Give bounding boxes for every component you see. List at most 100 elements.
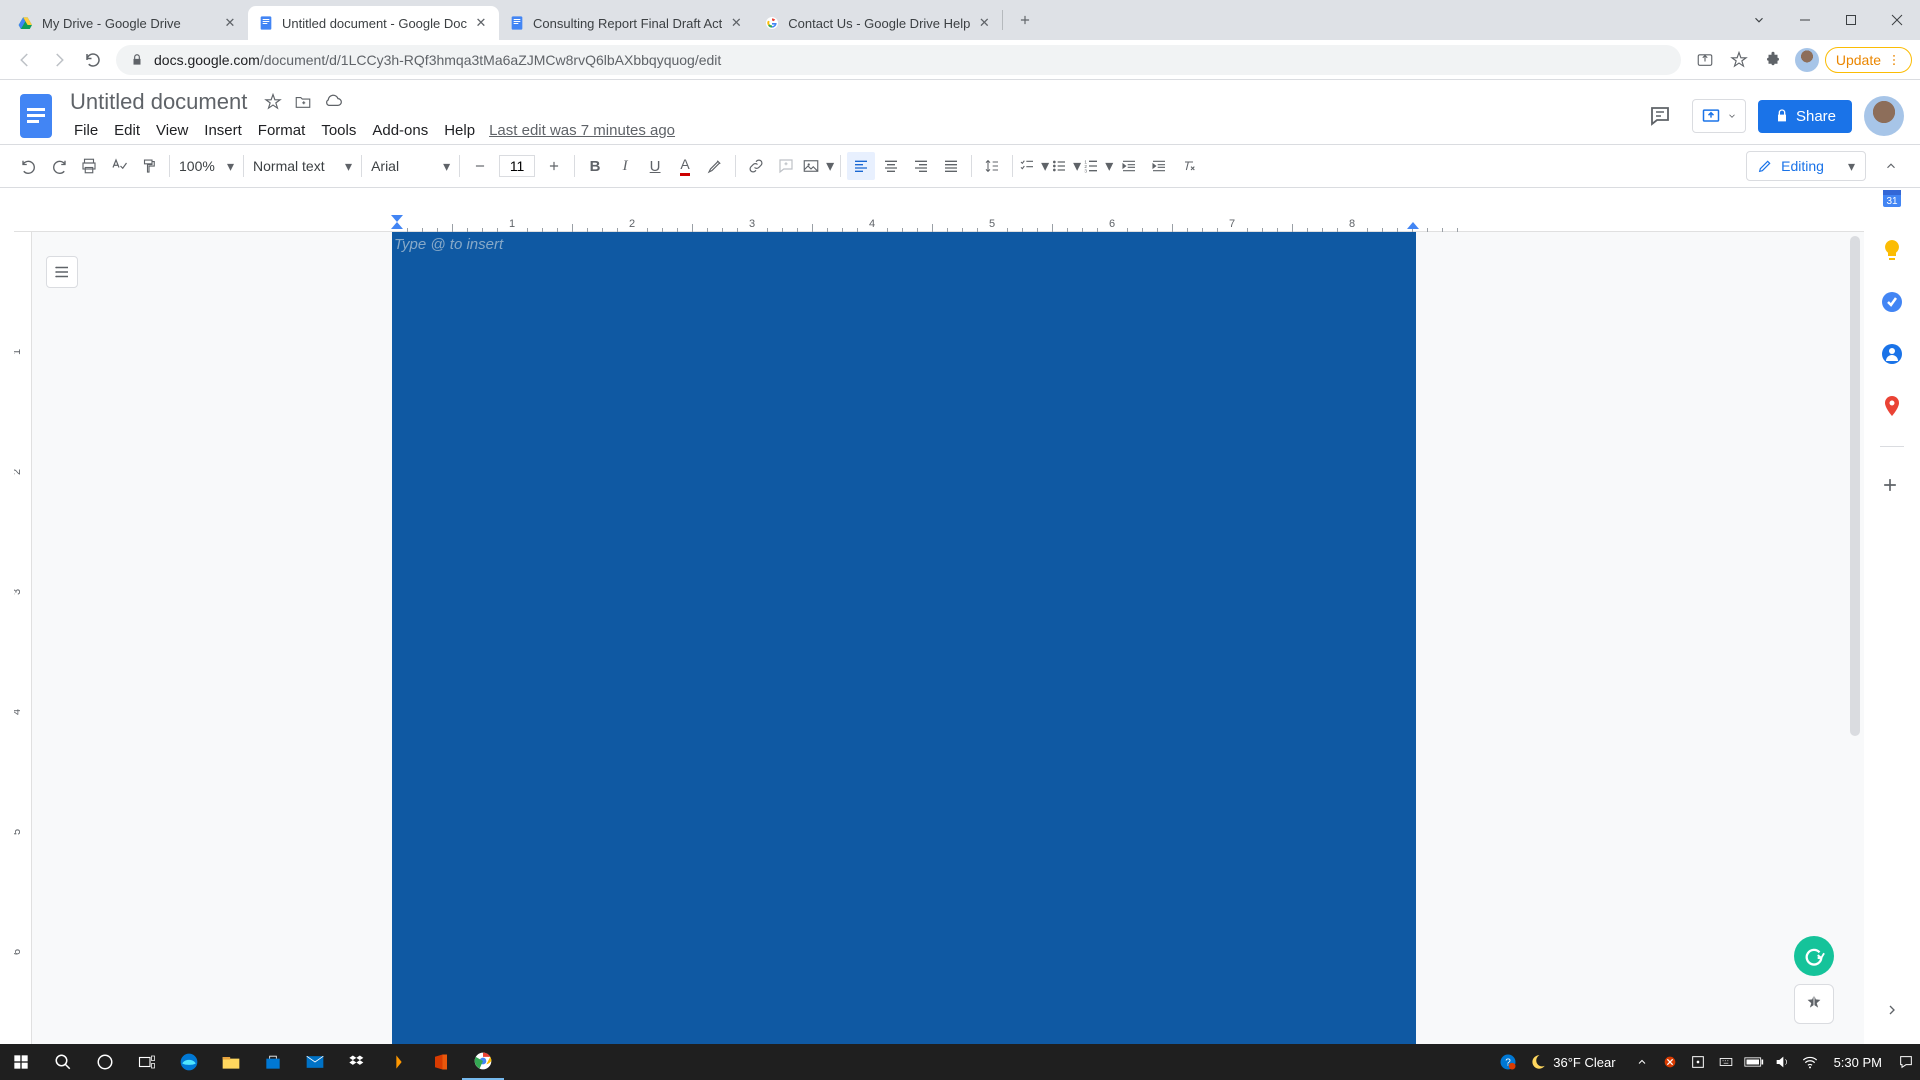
menu-insert[interactable]: Insert <box>196 120 250 141</box>
close-icon[interactable]: ✕ <box>976 15 992 31</box>
menu-help[interactable]: Help <box>436 120 483 141</box>
close-icon[interactable]: ✕ <box>728 15 744 31</box>
align-center-button[interactable] <box>877 152 905 180</box>
checklist-button[interactable]: ▾ <box>1019 152 1049 180</box>
italic-button[interactable]: I <box>611 152 639 180</box>
increase-font-button[interactable] <box>540 152 568 180</box>
keep-icon[interactable] <box>1880 238 1904 262</box>
security-tray-icon[interactable] <box>1656 1044 1684 1080</box>
menu-tools[interactable]: Tools <box>313 120 364 141</box>
tasks-icon[interactable] <box>1880 290 1904 314</box>
bookmark-icon[interactable] <box>1723 44 1755 76</box>
zoom-select[interactable]: 100%▾ <box>175 152 238 180</box>
paint-format-button[interactable] <box>135 152 163 180</box>
align-right-button[interactable] <box>907 152 935 180</box>
browser-tab-consulting[interactable]: Consulting Report Final Draft Act ✕ <box>499 6 754 40</box>
tray-expand-icon[interactable] <box>1628 1044 1656 1080</box>
office-app[interactable] <box>420 1044 462 1080</box>
horizontal-ruler[interactable]: 12345678 <box>14 214 1864 232</box>
menu-file[interactable]: File <box>66 120 106 141</box>
reload-button[interactable] <box>76 43 110 77</box>
add-addon-button[interactable] <box>1880 475 1904 499</box>
bold-button[interactable]: B <box>581 152 609 180</box>
start-button[interactable] <box>0 1044 42 1080</box>
minimize-button[interactable] <box>1782 0 1828 40</box>
docs-logo[interactable] <box>16 89 56 143</box>
underline-button[interactable]: U <box>641 152 669 180</box>
taskview-button[interactable] <box>126 1044 168 1080</box>
link-button[interactable] <box>742 152 770 180</box>
image-button[interactable]: ▾ <box>802 152 834 180</box>
bullet-list-button[interactable]: ▾ <box>1051 152 1081 180</box>
mail-app[interactable] <box>294 1044 336 1080</box>
tab-search-button[interactable] <box>1736 0 1782 40</box>
close-icon[interactable]: ✕ <box>473 15 489 31</box>
style-select[interactable]: Normal text▾ <box>249 152 356 180</box>
comments-button[interactable] <box>1640 96 1680 136</box>
cloud-status-icon[interactable] <box>321 90 345 114</box>
document-title[interactable]: Untitled document <box>66 89 251 115</box>
right-indent-marker[interactable] <box>1406 214 1420 230</box>
vertical-ruler[interactable]: 123456 <box>14 232 32 1044</box>
side-panel-toggle[interactable] <box>1876 994 1908 1026</box>
increase-indent-button[interactable] <box>1145 152 1173 180</box>
editing-mode-button[interactable]: Editing▾ <box>1746 151 1866 181</box>
present-button[interactable] <box>1692 99 1746 133</box>
cortana-button[interactable] <box>84 1044 126 1080</box>
highlight-button[interactable] <box>701 152 729 180</box>
battery-tray-icon[interactable] <box>1740 1044 1768 1080</box>
close-window-button[interactable] <box>1874 0 1920 40</box>
calendar-icon[interactable]: 31 <box>1880 186 1904 210</box>
font-size-input[interactable]: 11 <box>499 155 535 177</box>
left-indent-marker[interactable] <box>390 214 404 230</box>
edge-app[interactable] <box>168 1044 210 1080</box>
dropbox-app[interactable] <box>336 1044 378 1080</box>
explorer-app[interactable] <box>210 1044 252 1080</box>
profile-avatar[interactable] <box>1864 96 1904 136</box>
extensions-icon[interactable] <box>1757 44 1789 76</box>
star-icon[interactable] <box>261 90 285 114</box>
new-tab-button[interactable] <box>1011 6 1039 34</box>
location-tray-icon[interactable] <box>1684 1044 1712 1080</box>
browser-tab-docs-untitled[interactable]: Untitled document - Google Doc ✕ <box>248 6 499 40</box>
browser-tab-help[interactable]: Contact Us - Google Drive Help ✕ <box>754 6 1002 40</box>
align-left-button[interactable] <box>847 152 875 180</box>
decrease-indent-button[interactable] <box>1115 152 1143 180</box>
wifi-tray-icon[interactable] <box>1796 1044 1824 1080</box>
vertical-scrollbar[interactable] <box>1850 236 1860 736</box>
font-select[interactable]: Arial▾ <box>367 152 454 180</box>
last-edit-link[interactable]: Last edit was 7 minutes ago <box>489 122 675 139</box>
comment-button[interactable] <box>772 152 800 180</box>
url-input[interactable]: docs.google.com/document/d/1LCCy3h-RQf3h… <box>116 45 1681 75</box>
share-button[interactable]: Share <box>1758 100 1852 133</box>
update-button[interactable]: Update <box>1825 47 1912 73</box>
numbered-list-button[interactable]: 123▾ <box>1083 152 1113 180</box>
document-page[interactable]: Type @ to insert <box>392 232 1416 1044</box>
search-button[interactable] <box>42 1044 84 1080</box>
back-button[interactable] <box>8 43 42 77</box>
print-button[interactable] <box>75 152 103 180</box>
input-tray-icon[interactable] <box>1712 1044 1740 1080</box>
move-icon[interactable] <box>291 90 315 114</box>
grammarly-button[interactable] <box>1794 936 1834 976</box>
contacts-icon[interactable] <box>1880 342 1904 366</box>
text-color-button[interactable]: A <box>671 152 699 180</box>
notifications-tray-icon[interactable] <box>1892 1044 1920 1080</box>
explore-button[interactable] <box>1794 984 1834 1024</box>
share-page-icon[interactable] <box>1689 44 1721 76</box>
weather-widget[interactable]: 36°F Clear <box>1529 1053 1615 1071</box>
align-justify-button[interactable] <box>937 152 965 180</box>
menu-format[interactable]: Format <box>250 120 314 141</box>
menu-edit[interactable]: Edit <box>106 120 148 141</box>
maps-icon[interactable] <box>1880 394 1904 418</box>
help-tray-icon[interactable]: ? <box>1487 1044 1529 1080</box>
decrease-font-button[interactable] <box>466 152 494 180</box>
menu-view[interactable]: View <box>148 120 196 141</box>
close-icon[interactable]: ✕ <box>222 15 238 31</box>
volume-tray-icon[interactable] <box>1768 1044 1796 1080</box>
clear-format-button[interactable] <box>1175 152 1203 180</box>
winamp-app[interactable] <box>378 1044 420 1080</box>
outline-button[interactable] <box>46 256 78 288</box>
undo-button[interactable] <box>15 152 43 180</box>
spellcheck-button[interactable] <box>105 152 133 180</box>
